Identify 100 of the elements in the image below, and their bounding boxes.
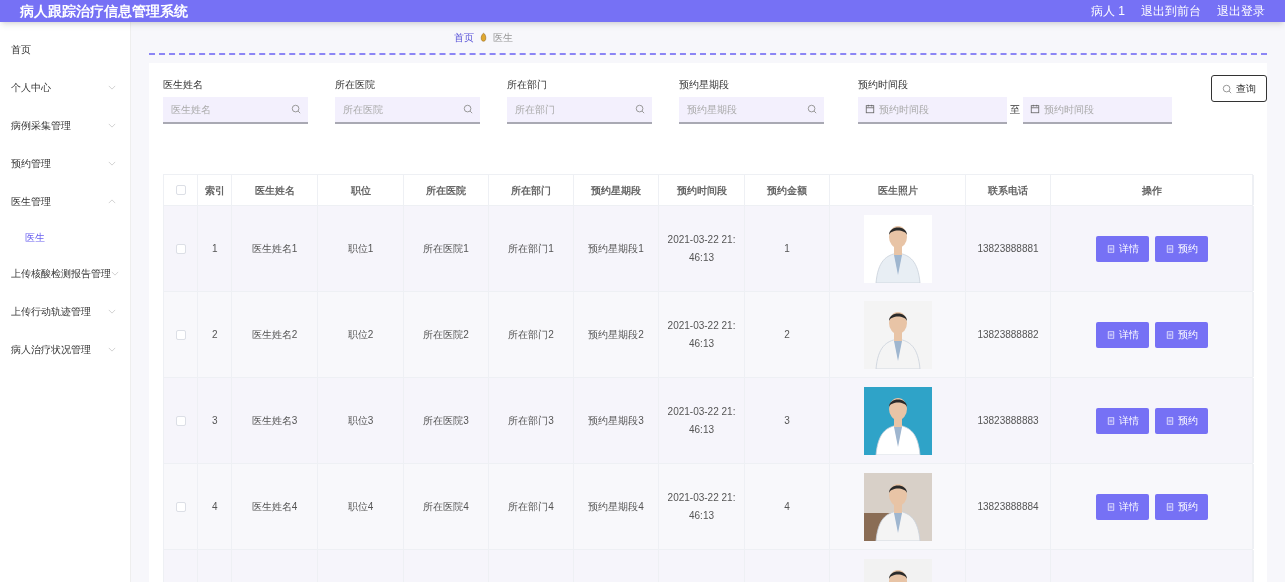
- search-icon: [463, 104, 473, 114]
- input-field[interactable]: 预约星期段: [679, 97, 824, 124]
- table-cell-text: 所在医院4: [422, 499, 470, 514]
- table-cell-text: 所在部门3: [507, 413, 555, 428]
- menu-item[interactable]: 预约管理: [0, 144, 130, 182]
- table-cell-text: 13823888882: [976, 327, 1040, 342]
- table-cell-text: 4: [783, 499, 791, 514]
- field-label: 所在部门: [507, 78, 548, 90]
- calendar-icon: [1030, 104, 1040, 114]
- menu-item[interactable]: 医生管理: [0, 182, 130, 220]
- input-field[interactable]: 医生姓名: [163, 97, 308, 124]
- input-field[interactable]: 预约时间段: [858, 97, 1007, 124]
- table-cell-text: 2021-03-22 21:46:13: [666, 232, 737, 265]
- table-cell-text: 2021-03-22 21:46:13: [666, 490, 737, 523]
- document-icon: [1165, 416, 1174, 425]
- table-cell-text: 所在部门2: [507, 327, 555, 342]
- table-cell-text: 所在医院2: [422, 327, 470, 342]
- menu-item[interactable]: 上传核酸检测报告管理: [0, 254, 130, 292]
- range-separator: 至: [1010, 103, 1020, 117]
- column-header: 预约时间段: [676, 183, 727, 198]
- table-cell-text: 预约星期段2: [587, 327, 645, 342]
- checkbox[interactable]: [175, 243, 186, 254]
- action-button[interactable]: 预约: [1155, 235, 1208, 262]
- column-header: 医生姓名: [254, 183, 295, 198]
- submenu-item[interactable]: 医生: [0, 220, 130, 254]
- table-cell-text: 所在部门4: [507, 499, 555, 514]
- header-link[interactable]: 退出登录: [1217, 2, 1265, 20]
- table-cell-text: 13823888881: [976, 241, 1040, 256]
- document-icon: [1106, 330, 1115, 339]
- table-cell-text: 3: [211, 413, 219, 428]
- document-icon: [1165, 502, 1174, 511]
- menu-item[interactable]: 上传行动轨迹管理: [0, 292, 130, 330]
- table-cell-text: 预约星期段4: [587, 499, 645, 514]
- column-header: 所在部门: [511, 183, 551, 198]
- app-title: 病人跟踪治疗信息管理系统: [20, 1, 189, 21]
- table-cell-text: 职位4: [346, 499, 375, 514]
- table-cell-text: 1: [211, 241, 219, 256]
- checkbox[interactable]: [175, 329, 186, 340]
- table-cell-text: 医生姓名3: [250, 413, 299, 428]
- table-cell-text: 所在医院1: [422, 241, 470, 256]
- action-button[interactable]: 详情: [1096, 493, 1149, 520]
- search-icon: [1222, 83, 1232, 94]
- table-cell-text: 4: [211, 499, 219, 514]
- field-label: 预约星期段: [679, 78, 730, 90]
- action-button[interactable]: 详情: [1096, 235, 1149, 262]
- document-icon: [1106, 416, 1115, 425]
- column-header: 医生照片: [877, 183, 918, 198]
- table-cell-text: 2: [783, 327, 791, 342]
- column-header: 预约星期段: [591, 183, 641, 198]
- table-cell-text: 职位3: [346, 413, 375, 428]
- search-icon: [291, 104, 301, 114]
- checkbox[interactable]: [175, 501, 186, 512]
- search-icon: [807, 104, 817, 114]
- search-button[interactable]: 查询: [1211, 75, 1267, 102]
- table-cell-text: 职位2: [346, 327, 375, 342]
- header-link[interactable]: 退出到前台: [1141, 2, 1201, 20]
- header-link[interactable]: 病人 1: [1091, 2, 1125, 20]
- table-cell-text: 所在医院3: [422, 413, 470, 428]
- document-icon: [1165, 330, 1174, 339]
- table-cell-text: 预约星期段3: [587, 413, 645, 428]
- menu-item[interactable]: 首页: [0, 30, 130, 68]
- search-icon: [635, 104, 645, 114]
- table-cell-text: 2: [211, 327, 219, 342]
- field-label: 所在医院: [335, 78, 376, 90]
- column-header: 职位: [350, 183, 371, 198]
- action-button[interactable]: 预约: [1155, 321, 1208, 348]
- document-icon: [1165, 244, 1174, 253]
- input-field[interactable]: 所在医院: [335, 97, 480, 124]
- breadcrumb-link[interactable]: 医生: [493, 30, 513, 45]
- checkbox[interactable]: [175, 415, 186, 426]
- document-icon: [1106, 502, 1115, 511]
- column-header: 联系电话: [988, 183, 1028, 198]
- table-cell-text: 职位1: [346, 241, 375, 256]
- field-label: 医生姓名: [163, 78, 204, 90]
- document-icon: [1106, 244, 1115, 253]
- calendar-icon: [865, 104, 875, 114]
- table-cell-text: 预约星期段1: [587, 241, 645, 256]
- action-button[interactable]: 预约: [1155, 493, 1208, 520]
- column-header: 索引: [204, 183, 225, 198]
- column-header: 预约金额: [767, 183, 807, 198]
- action-button[interactable]: 预约: [1155, 407, 1208, 434]
- table-cell-text: 13823888884: [976, 499, 1040, 514]
- field-label: 预约时间段: [858, 78, 909, 90]
- action-button[interactable]: 详情: [1096, 407, 1149, 434]
- table-cell-text: 所在部门1: [507, 241, 555, 256]
- column-header: 所在医院: [426, 183, 466, 198]
- table-cell-text: 3: [783, 413, 791, 428]
- menu-item[interactable]: 个人中心: [0, 68, 130, 106]
- action-button[interactable]: 详情: [1096, 321, 1149, 348]
- menu-item[interactable]: 病例采集管理: [0, 106, 130, 144]
- checkbox[interactable]: [175, 185, 186, 195]
- table-cell-text: 13823888883: [976, 413, 1040, 428]
- table-cell-text: 医生姓名4: [250, 499, 299, 514]
- table-cell-text: 1: [783, 241, 791, 256]
- input-field[interactable]: 预约时间段: [1023, 97, 1172, 124]
- breadcrumb-link[interactable]: 首页: [454, 30, 474, 45]
- menu-item[interactable]: 病人治疗状况管理: [0, 330, 130, 368]
- input-field[interactable]: 所在部门: [507, 97, 652, 124]
- column-header: 操作: [1142, 183, 1162, 198]
- badge-icon: [480, 32, 487, 43]
